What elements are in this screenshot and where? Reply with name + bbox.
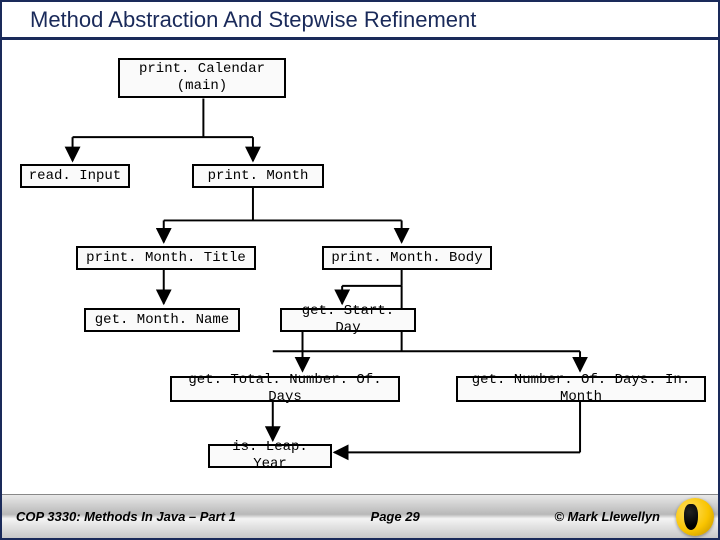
page-title: Method Abstraction And Stepwise Refineme… bbox=[30, 7, 476, 33]
node-print-month-body: print. Month. Body bbox=[322, 246, 492, 270]
footer-course: COP 3330: Methods In Java – Part 1 bbox=[16, 509, 236, 524]
ucf-logo-icon bbox=[676, 498, 714, 536]
node-get-days-in-month: get. Number. Of. Days. In. Month bbox=[456, 376, 706, 402]
diagram-canvas: print. Calendar (main) read. Input print… bbox=[2, 44, 718, 494]
slide: Method Abstraction And Stepwise Refineme… bbox=[0, 0, 720, 540]
footer-copyright: © Mark Llewellyn bbox=[554, 509, 660, 524]
footer-page: Page 29 bbox=[236, 509, 554, 524]
node-get-start-day: get. Start. Day bbox=[280, 308, 416, 332]
node-read-input: read. Input bbox=[20, 164, 130, 188]
node-print-month: print. Month bbox=[192, 164, 324, 188]
node-get-month-name: get. Month. Name bbox=[84, 308, 240, 332]
node-print-calendar: print. Calendar (main) bbox=[118, 58, 286, 98]
node-print-month-title: print. Month. Title bbox=[76, 246, 256, 270]
node-get-total-days: get. Total. Number. Of. Days bbox=[170, 376, 400, 402]
node-is-leap-year: is. Leap. Year bbox=[208, 444, 332, 468]
title-band: Method Abstraction And Stepwise Refineme… bbox=[2, 2, 718, 40]
footer-bar: COP 3330: Methods In Java – Part 1 Page … bbox=[2, 494, 718, 538]
